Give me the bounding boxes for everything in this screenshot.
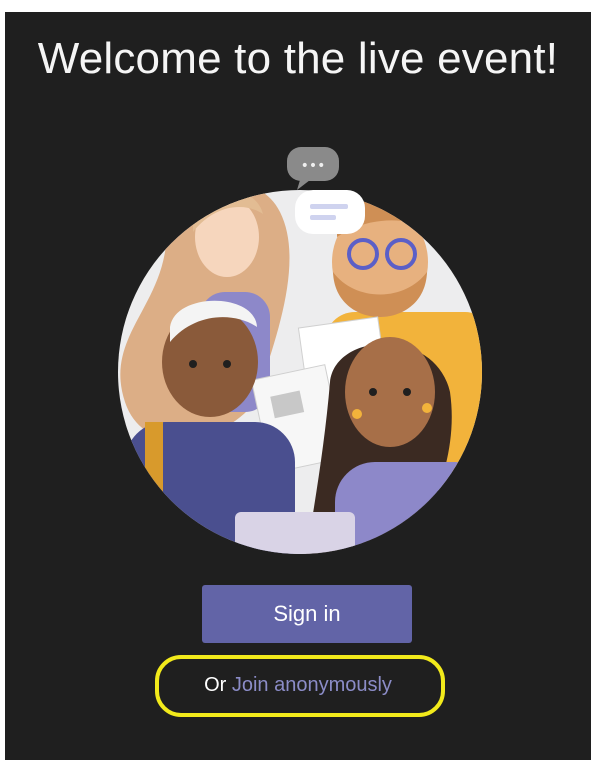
page-title: Welcome to the live event! — [37, 34, 559, 83]
people-illustration: ••• — [118, 147, 482, 554]
live-event-panel: Welcome to the live event! ••• Sign in O… — [5, 12, 591, 760]
message-bubble-icon — [295, 190, 365, 234]
or-label: Or — [204, 674, 227, 696]
bubble-dots: ••• — [301, 158, 326, 174]
join-anonymously-link[interactable]: Join anonymously — [232, 674, 392, 696]
chat-bubble-icon: ••• — [287, 147, 339, 190]
join-anonymously-row: Or Join anonymously — [5, 674, 591, 697]
sign-in-button[interactable]: Sign in — [202, 585, 412, 643]
